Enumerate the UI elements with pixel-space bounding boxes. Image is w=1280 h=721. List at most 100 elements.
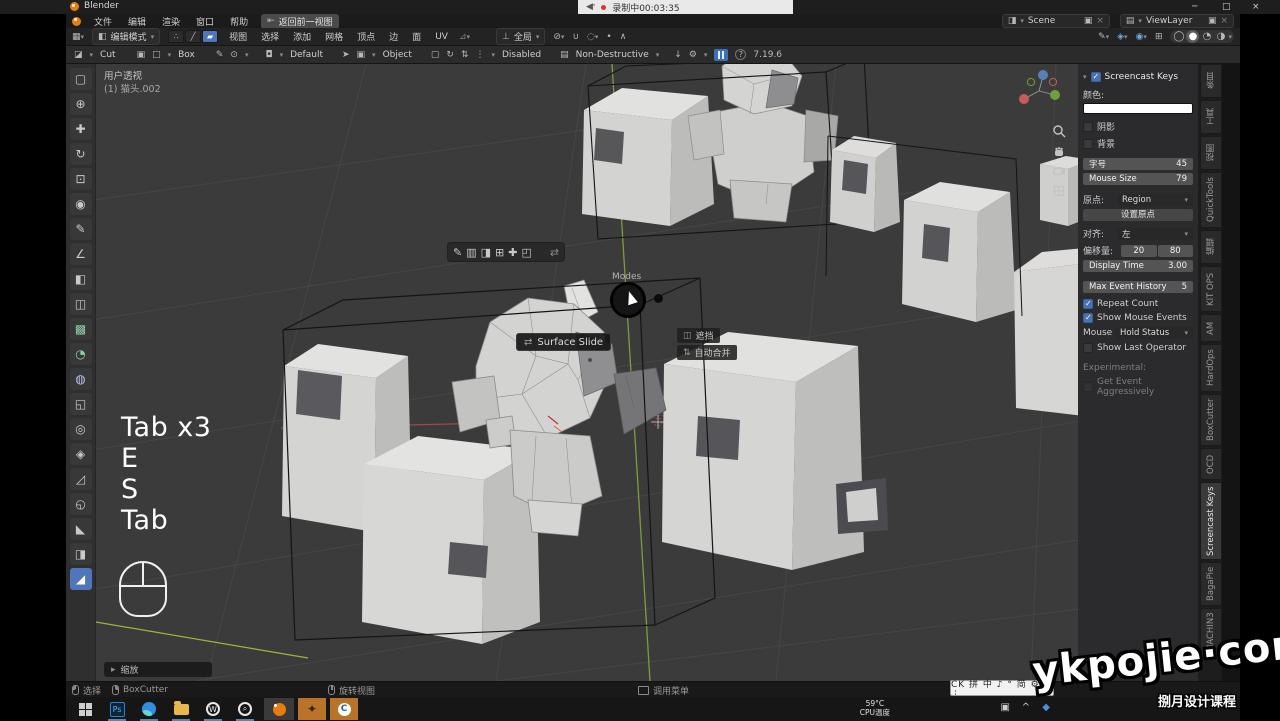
spin-tool-icon[interactable]: ◈: [70, 443, 92, 465]
close-button[interactable]: ×: [1252, 0, 1260, 14]
tab-quicktools[interactable]: QuickTools: [1200, 172, 1222, 228]
tool-fallback-dropdown[interactable]: ⊿▾: [459, 32, 470, 42]
photoshop-taskbar-icon[interactable]: Ps: [104, 698, 130, 720]
align-dropdown[interactable]: 左▾: [1117, 228, 1193, 240]
rip-region-tool-icon[interactable]: ◨: [70, 543, 92, 565]
maximize-button[interactable]: □: [1222, 0, 1231, 14]
cursor-tool-icon[interactable]: ⊕: [70, 93, 92, 115]
menu-edge[interactable]: 边: [386, 30, 401, 43]
object-snap-icon[interactable]: ▣: [357, 50, 366, 60]
select-box-icon[interactable]: ▢: [70, 68, 92, 90]
add-cube-tool-icon[interactable]: ◧: [70, 268, 92, 290]
origin-dot-icon[interactable]: ⊙: [230, 50, 238, 60]
menu-edit[interactable]: 编辑: [125, 15, 149, 28]
snap-dropdown[interactable]: ⊘▾: [553, 32, 564, 42]
knife-tool-icon[interactable]: ◱: [70, 393, 92, 415]
tray-window-icon[interactable]: ▣: [1001, 702, 1010, 713]
font-size-slider[interactable]: 字号45: [1083, 158, 1193, 170]
cyclic-icon[interactable]: ↻: [446, 50, 454, 60]
edge-select-button[interactable]: ╱: [185, 30, 201, 43]
file-explorer-taskbar-icon[interactable]: [168, 698, 194, 720]
menu-mesh[interactable]: 网格: [322, 30, 346, 43]
face-select-button[interactable]: ▰: [202, 30, 218, 43]
pivot-label[interactable]: Default: [290, 50, 323, 60]
delete-viewlayer-icon[interactable]: ×: [1220, 16, 1228, 26]
edge-slide-tool-icon[interactable]: ◵: [70, 493, 92, 515]
cut-shape-icon[interactable]: ◪: [74, 50, 83, 60]
menu-face[interactable]: 面: [409, 30, 424, 43]
rendered-shading-button[interactable]: ◑: [1214, 30, 1227, 43]
tab-edit[interactable]: 编辑: [1200, 230, 1222, 264]
poly-build-tool-icon[interactable]: ◎: [70, 418, 92, 440]
viewlayer-selector[interactable]: ▤▾ ViewLayer ▣ ×: [1120, 14, 1234, 28]
proportional-edit-dropdown[interactable]: ◌▾: [587, 32, 598, 42]
tab-hardops[interactable]: HardOps: [1200, 344, 1222, 392]
collection-icon[interactable]: ▤: [560, 50, 569, 60]
redo-panel[interactable]: ▸ 缩放: [104, 662, 212, 677]
perspective-toggle-icon[interactable]: [1050, 182, 1067, 199]
magnet-snap-icon[interactable]: ∪: [572, 32, 579, 42]
annotation-visibility-dropdown[interactable]: ✎▾: [1098, 32, 1109, 42]
smooth-tool-icon[interactable]: ◿: [70, 468, 92, 490]
bevel-tool-icon[interactable]: ◔: [70, 343, 92, 365]
inset-tool-icon[interactable]: ▩: [70, 318, 92, 340]
scale-tool-icon[interactable]: ⊡: [70, 168, 92, 190]
overlays-toggle-dropdown[interactable]: ◉▾: [1136, 32, 1147, 42]
mask-icon[interactable]: ◨: [481, 246, 491, 259]
cursor-snap-icon[interactable]: ➤: [342, 50, 350, 60]
offset-y-field[interactable]: 80: [1158, 245, 1194, 257]
new-scene-icon[interactable]: ▣: [1084, 16, 1093, 26]
tray-shield-icon[interactable]: ◆: [1042, 702, 1050, 713]
tab-kitops[interactable]: KIT OPS: [1200, 266, 1222, 312]
show-mouse-events-checkbox[interactable]: [1083, 313, 1093, 323]
minimize-button[interactable]: ─: [1192, 0, 1197, 14]
weight-icon[interactable]: ▥: [466, 246, 476, 259]
vertex-select-button[interactable]: ∴: [168, 30, 184, 43]
help-icon[interactable]: ?: [735, 49, 746, 60]
blender-taskbar-icon[interactable]: [264, 698, 294, 720]
behavior-label[interactable]: Non-Destructive: [576, 50, 649, 60]
menu-render[interactable]: 渲染: [159, 15, 183, 28]
shape-label[interactable]: Box: [178, 50, 195, 60]
loop-cut-tool-icon[interactable]: ◍: [70, 368, 92, 390]
wireframe-shading-button[interactable]: ◯: [1172, 30, 1185, 43]
pause-button[interactable]: [714, 49, 728, 61]
material-shading-button[interactable]: ◔: [1200, 30, 1213, 43]
tab-boxcutter[interactable]: BoxCutter: [1200, 394, 1222, 446]
tab-bagapie[interactable]: BagaPie: [1200, 562, 1222, 606]
menu-help[interactable]: 帮助: [227, 15, 251, 28]
scene-selector[interactable]: ◨▾ Scene ▣ ×: [1002, 14, 1110, 28]
menu-vertex[interactable]: 顶点: [354, 30, 378, 43]
rotate-tool-icon[interactable]: ↻: [70, 143, 92, 165]
menu-add[interactable]: 添加: [290, 30, 314, 43]
swap-icon[interactable]: ⇄: [550, 246, 559, 259]
new-viewlayer-icon[interactable]: ▣: [1208, 16, 1217, 26]
c-app-taskbar-icon[interactable]: C: [330, 698, 358, 720]
editor-type-button[interactable]: ▦▾: [72, 32, 84, 42]
gizmo-toggle-dropdown[interactable]: ◈▾: [1117, 32, 1127, 42]
mouse-display-dropdown[interactable]: Hold Status▾: [1115, 327, 1193, 339]
navigation-gizmo[interactable]: [1016, 68, 1062, 114]
draw-tool-icon[interactable]: ✎: [216, 50, 224, 60]
tab-screencast-keys[interactable]: Screencast Keys: [1200, 482, 1222, 560]
tab-view[interactable]: 视图: [1200, 136, 1222, 170]
mirror-dots-icon[interactable]: ⋮: [475, 50, 484, 60]
menu-uv[interactable]: UV: [432, 32, 451, 42]
settings-gear-icon[interactable]: ⚙: [689, 50, 697, 60]
mode-dropdown[interactable]: ◧ 编辑模式 ▾: [92, 28, 160, 45]
search-app-taskbar-icon[interactable]: ⌕: [232, 698, 258, 720]
extrude-tool-icon[interactable]: ◫: [70, 293, 92, 315]
screencast-keys-enable-checkbox[interactable]: [1091, 72, 1101, 82]
box-shape-icon[interactable]: □: [152, 50, 161, 60]
transform-tool-icon[interactable]: ◉: [70, 193, 92, 215]
shadow-checkbox[interactable]: [1083, 122, 1093, 132]
pin-icon[interactable]: ✚: [508, 246, 517, 259]
pan-hand-icon[interactable]: [1050, 142, 1067, 159]
edge-taskbar-icon[interactable]: [136, 698, 162, 720]
collapse-arrow-icon[interactable]: ▾: [1083, 73, 1087, 81]
proportional-center-icon[interactable]: •: [606, 32, 611, 42]
tab-ocd[interactable]: OCD: [1200, 448, 1222, 480]
orange-app-taskbar-icon[interactable]: ✦: [298, 698, 326, 720]
w-app-taskbar-icon[interactable]: W: [200, 698, 226, 720]
delete-scene-icon[interactable]: ×: [1096, 16, 1104, 26]
